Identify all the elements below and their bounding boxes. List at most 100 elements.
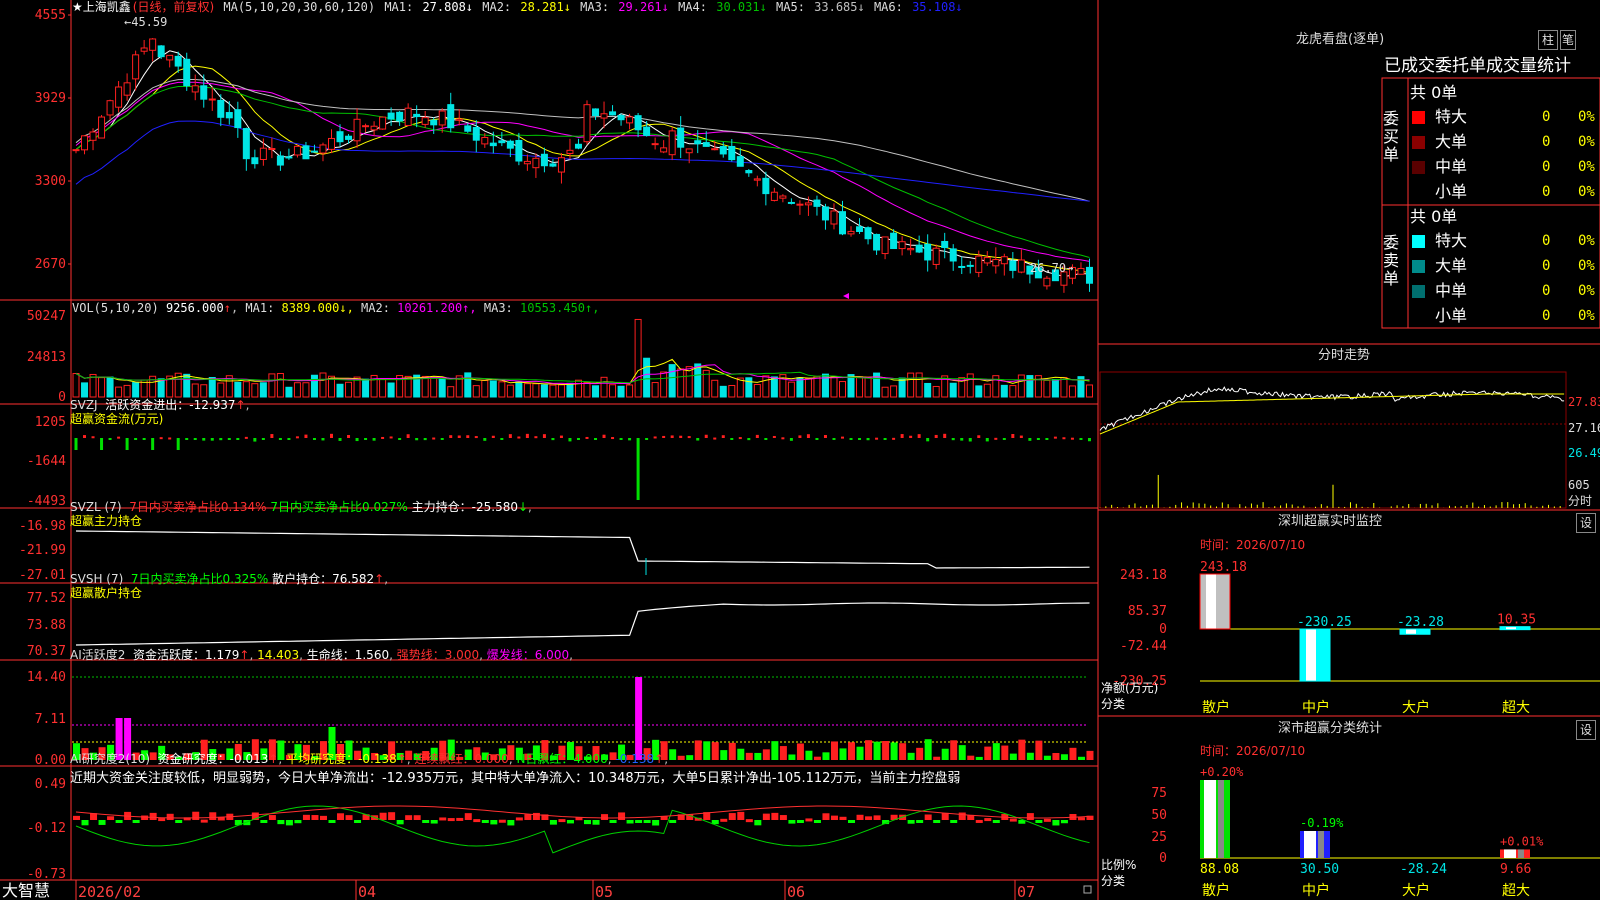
sz-class-category: 大户: [1402, 882, 1430, 899]
volume-bar: [208, 377, 216, 398]
research-bar: [1060, 820, 1068, 824]
activity-bar: [967, 755, 975, 760]
candle-body: [668, 130, 676, 156]
fund-flow-bar: [364, 438, 368, 440]
ai-research-label: AI研究度2(10): [70, 752, 151, 766]
candle-body: [234, 109, 242, 129]
period-label[interactable]: (日线，前复权): [133, 0, 214, 14]
candle-body: [830, 210, 838, 225]
activity-bar: [950, 740, 958, 760]
activity-bar: [984, 746, 992, 760]
candle-body: [1085, 266, 1093, 284]
candle-body: [566, 149, 574, 154]
fund-flow-bar: [764, 438, 768, 440]
fund-flow-bar: [798, 435, 802, 438]
fund-flow-bar: [83, 435, 87, 438]
volume-bar: [345, 381, 353, 398]
research-bar: [643, 820, 651, 823]
sz-class-bar-shade: [1518, 849, 1524, 858]
stock-name[interactable]: ★上海凯鑫: [72, 0, 131, 14]
candle-body: [847, 230, 855, 235]
ma-name-4: MA4:: [670, 0, 707, 14]
buy-swatch: [1412, 161, 1425, 174]
volume-bar: [106, 376, 114, 398]
fund-flow-bar: [142, 438, 146, 440]
ma-name-6: MA6:: [866, 0, 903, 14]
research-bar: [762, 813, 770, 820]
activity-bar: [1043, 755, 1051, 760]
candle-body: [736, 156, 744, 167]
research-bar: [1009, 818, 1017, 822]
activity-bar: [958, 745, 966, 760]
research-bar: [779, 815, 787, 820]
tick-view-button[interactable]: 笔: [1560, 30, 1576, 50]
research-bar: [771, 812, 779, 820]
activity-bar: [933, 756, 941, 760]
fund-flow-bar: [312, 438, 316, 440]
candle-body: [719, 146, 727, 155]
svzl-ytick: -27.01: [19, 568, 66, 583]
candle-body: [166, 54, 174, 61]
svsh-ytick: 73.88: [27, 618, 66, 633]
candle-body: [336, 131, 344, 143]
volume-bar: [489, 380, 497, 398]
ma-name-3: MA3:: [572, 0, 610, 14]
candle-body: [421, 117, 429, 125]
activity-bar: [865, 740, 873, 760]
candle-body: [523, 160, 531, 165]
candle-body: [455, 118, 463, 121]
fund-flow-bar: [1002, 438, 1006, 440]
fund-flow-bar: [789, 438, 793, 441]
volume-bar: [890, 385, 898, 398]
sell-row-pct: 0%: [1578, 308, 1595, 324]
sell-side-label: 委卖单: [1383, 233, 1400, 288]
candle-body: [310, 150, 318, 153]
svzl-ytick: -16.98: [19, 519, 66, 534]
fund-flow-bar: [542, 434, 546, 438]
bar-view-button[interactable]: 柱: [1538, 30, 1558, 50]
fund-flow-bar: [534, 436, 538, 439]
sz-class-bar-highlight: [1204, 780, 1216, 858]
candle-body: [796, 203, 804, 206]
candle-body: [319, 144, 327, 154]
activity-bar: [822, 752, 830, 760]
research-bar: [132, 820, 140, 823]
activity-bar: [856, 746, 864, 760]
volume-bar: [293, 382, 301, 398]
activity-bar: [1086, 750, 1094, 760]
ma-value-3: 29.261↓: [611, 0, 669, 14]
fund-flow-bar: [159, 437, 163, 440]
sz-class-settings-button[interactable]: 设: [1576, 720, 1596, 740]
fund-flow-bar: [347, 434, 351, 438]
vol-ma-name-1: MA1:: [245, 301, 275, 315]
candle-body: [574, 143, 582, 149]
fund-flow-bar: [108, 438, 112, 440]
fund-flow-bar: [415, 438, 419, 441]
research-bar: [311, 815, 319, 820]
research-bar: [175, 820, 183, 823]
research-bar: [319, 815, 327, 820]
fund-flow-bar: [440, 438, 444, 440]
fund-flow-bar: [892, 437, 896, 440]
sz-class-ytick: 25: [1151, 830, 1167, 845]
volume-bar: [515, 381, 523, 398]
intraday-title[interactable]: 分时走势: [1318, 349, 1370, 363]
candle-body: [157, 45, 165, 58]
volume-bar: [609, 384, 617, 398]
fund-flow-bar: [662, 435, 666, 438]
sz-monitor-settings-button[interactable]: 设: [1576, 513, 1596, 533]
research-bar: [865, 816, 873, 820]
volume-bar: [310, 374, 318, 398]
buy-row-count: 0: [1542, 159, 1551, 175]
fund-flow-bar: [755, 434, 759, 438]
candle-body: [404, 107, 412, 126]
fund-flow-bar: [628, 438, 632, 441]
research-bar: [490, 820, 498, 825]
activity-bar: [899, 743, 907, 760]
vol-ma-name-2: MA2:: [353, 301, 390, 315]
research-bar: [396, 820, 404, 825]
ai-n-day-red: N日飘红：4.000: [516, 752, 608, 766]
candle-body: [276, 155, 284, 166]
volume-bar: [549, 384, 557, 398]
fund-flow-bar: [585, 436, 589, 439]
